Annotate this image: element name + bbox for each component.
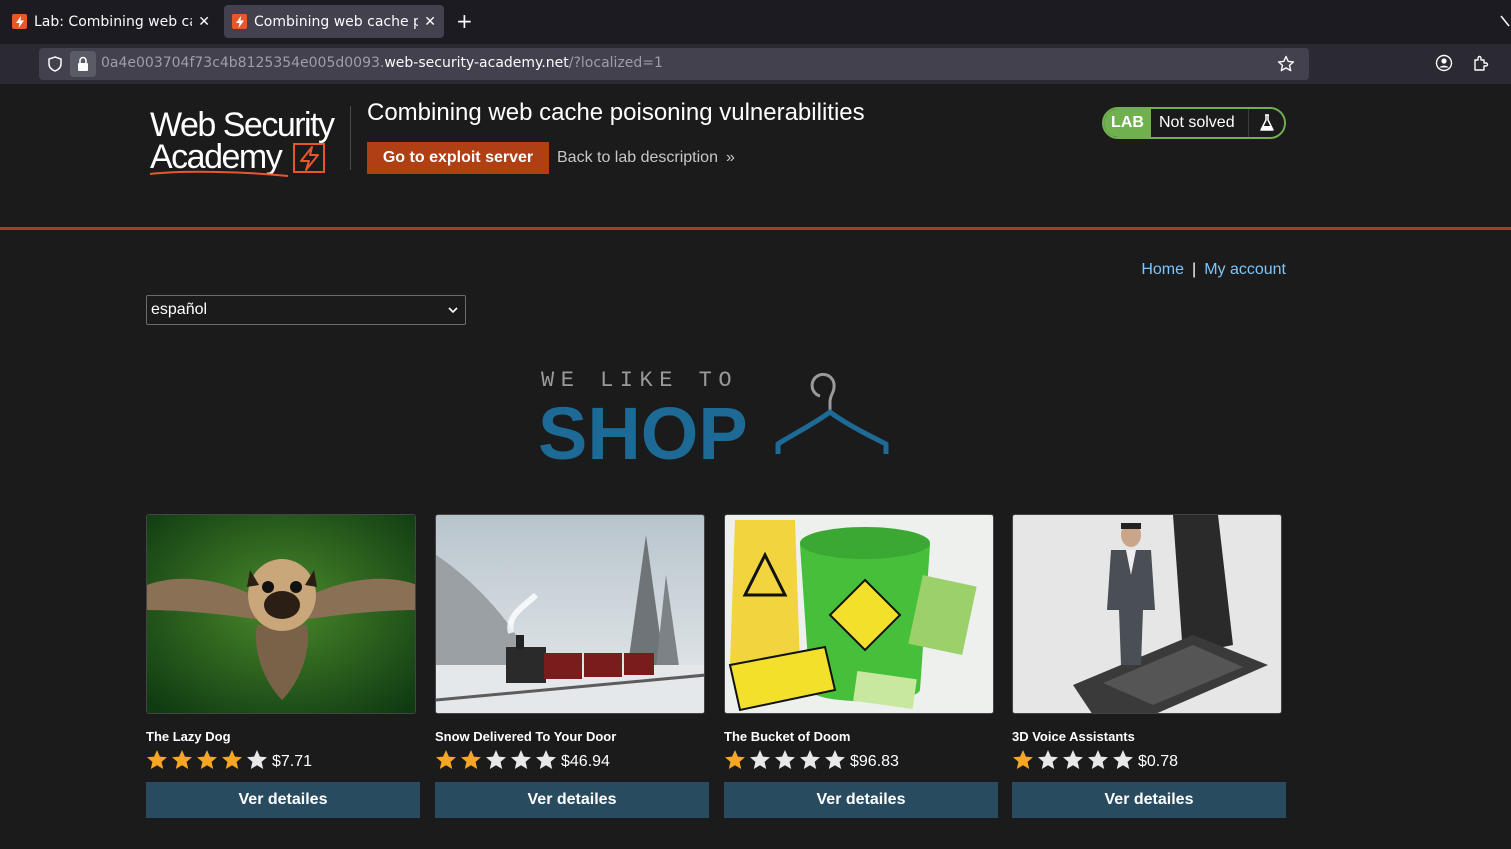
star-rating	[146, 749, 271, 771]
extensions-icon[interactable]	[1472, 54, 1490, 72]
tab-title: Combining web cache po	[254, 13, 419, 30]
star-rating	[724, 749, 849, 771]
star-empty-icon	[825, 750, 845, 769]
close-tab-icon[interactable]: ✕	[198, 14, 210, 30]
product-price: $96.83	[850, 752, 899, 770]
star-empty-icon	[800, 750, 820, 769]
star-empty-icon	[1063, 750, 1083, 769]
star-empty-icon	[1038, 750, 1058, 769]
bookmark-star-icon[interactable]	[1277, 55, 1295, 73]
product-image[interactable]	[435, 514, 705, 714]
list-all-tabs-icon[interactable]	[1499, 14, 1511, 28]
star-filled-icon	[147, 750, 167, 769]
account-icon[interactable]	[1435, 54, 1453, 72]
top-navigation: Home | My account	[1141, 261, 1286, 279]
product-name: The Bucket of Doom	[724, 729, 851, 744]
view-details-button[interactable]: Ver detailes	[146, 782, 420, 818]
product-rating: $0.78	[1012, 748, 1286, 772]
star-empty-icon	[486, 750, 506, 769]
back-to-lab-description-link[interactable]: Back to lab description »	[557, 149, 735, 167]
url-subdomain: 0a4e003704f73c4b8125354e005d0093.	[101, 55, 385, 71]
my-account-link[interactable]: My account	[1204, 261, 1286, 278]
product-price: $46.94	[561, 752, 610, 770]
star-filled-icon	[222, 750, 242, 769]
star-filled-icon	[461, 750, 481, 769]
url-text[interactable]: 0a4e003704f73c4b8125354e005d0093.web-sec…	[101, 55, 663, 71]
address-bar[interactable]: 0a4e003704f73c4b8125354e005d0093.web-sec…	[39, 48, 1309, 80]
product-name: Snow Delivered To Your Door	[435, 729, 617, 744]
new-tab-icon[interactable]: +	[456, 9, 473, 33]
tab-title: Lab: Combining web cach	[34, 13, 192, 30]
tracking-shield-icon[interactable]	[47, 56, 63, 72]
star-empty-icon	[750, 750, 770, 769]
portswigger-favicon-icon	[232, 14, 247, 29]
portswigger-favicon-icon	[12, 14, 27, 29]
url-path: /?localized=1	[568, 55, 663, 71]
product-rating: $7.71	[146, 748, 420, 772]
view-details-button[interactable]: Ver detailes	[1012, 782, 1286, 818]
product-rating: $96.83	[724, 748, 998, 772]
back-link-label: Back to lab description	[557, 149, 718, 166]
language-selected-value: español	[151, 301, 208, 318]
view-details-button[interactable]: Ver detailes	[435, 782, 709, 818]
lab-badge: LAB	[1104, 109, 1151, 137]
product-price: $7.71	[272, 752, 313, 770]
star-rating	[435, 749, 560, 771]
star-empty-icon	[1088, 750, 1108, 769]
web-security-academy-logo[interactable]: Web Security Academy	[148, 104, 348, 178]
flask-icon	[1248, 109, 1284, 137]
product-price: $0.78	[1138, 752, 1179, 770]
product-name: 3D Voice Assistants	[1012, 729, 1135, 744]
go-to-exploit-server-button[interactable]: Go to exploit server	[367, 142, 549, 174]
logo-text-line2: Academy	[150, 138, 283, 176]
product-card: The Lazy Dog $7.71 Ver detailes	[146, 514, 420, 818]
product-rating: $46.94	[435, 748, 709, 772]
star-filled-icon	[1013, 750, 1033, 769]
browser-tab-bar: Lab: Combining web cach ✕ Combining web …	[0, 0, 1511, 44]
star-empty-icon	[247, 750, 267, 769]
product-card: Snow Delivered To Your Door $46.94 Ver d…	[435, 514, 709, 818]
language-select[interactable]: español	[146, 295, 466, 325]
star-empty-icon	[775, 750, 795, 769]
star-filled-icon	[172, 750, 192, 769]
product-image[interactable]	[724, 514, 994, 714]
lab-status-text: Not solved	[1151, 109, 1248, 137]
view-details-button[interactable]: Ver detailes	[724, 782, 998, 818]
product-image[interactable]	[1012, 514, 1282, 714]
star-filled-icon	[725, 750, 745, 769]
we-like-to-shop-logo: WE LIKE TO SHOP	[538, 368, 889, 466]
logo-divider	[350, 106, 351, 170]
star-empty-icon	[536, 750, 556, 769]
url-domain: web-security-academy.net	[384, 55, 569, 71]
double-chevron-right-icon: »	[725, 149, 735, 166]
star-rating	[1012, 749, 1137, 771]
chevron-down-icon	[448, 307, 458, 314]
browser-tab-current[interactable]: Combining web cache po ✕	[224, 5, 444, 38]
shop-logo-tagline: WE LIKE TO	[541, 368, 738, 393]
lab-title: Combining web cache poisoning vulnerabil…	[367, 99, 865, 126]
nav-separator: |	[1192, 261, 1197, 278]
home-link[interactable]: Home	[1141, 261, 1184, 278]
star-filled-icon	[436, 750, 456, 769]
product-name: The Lazy Dog	[146, 729, 231, 744]
star-empty-icon	[1113, 750, 1133, 769]
star-filled-icon	[197, 750, 217, 769]
product-card: 3D Voice Assistants $0.78 Ver detailes	[1012, 514, 1286, 818]
browser-tab-lab[interactable]: Lab: Combining web cach ✕	[4, 5, 218, 38]
product-image[interactable]	[146, 514, 416, 714]
lock-icon	[78, 56, 88, 71]
lab-status-widget: LAB Not solved	[1102, 107, 1286, 139]
close-tab-icon[interactable]: ✕	[424, 14, 436, 30]
shop-logo-word: SHOP	[538, 392, 748, 466]
star-empty-icon	[511, 750, 531, 769]
browser-nav-bar: 0a4e003704f73c4b8125354e005d0093.web-sec…	[0, 44, 1511, 84]
product-card: The Bucket of Doom $96.83 Ver detailes	[724, 514, 998, 818]
